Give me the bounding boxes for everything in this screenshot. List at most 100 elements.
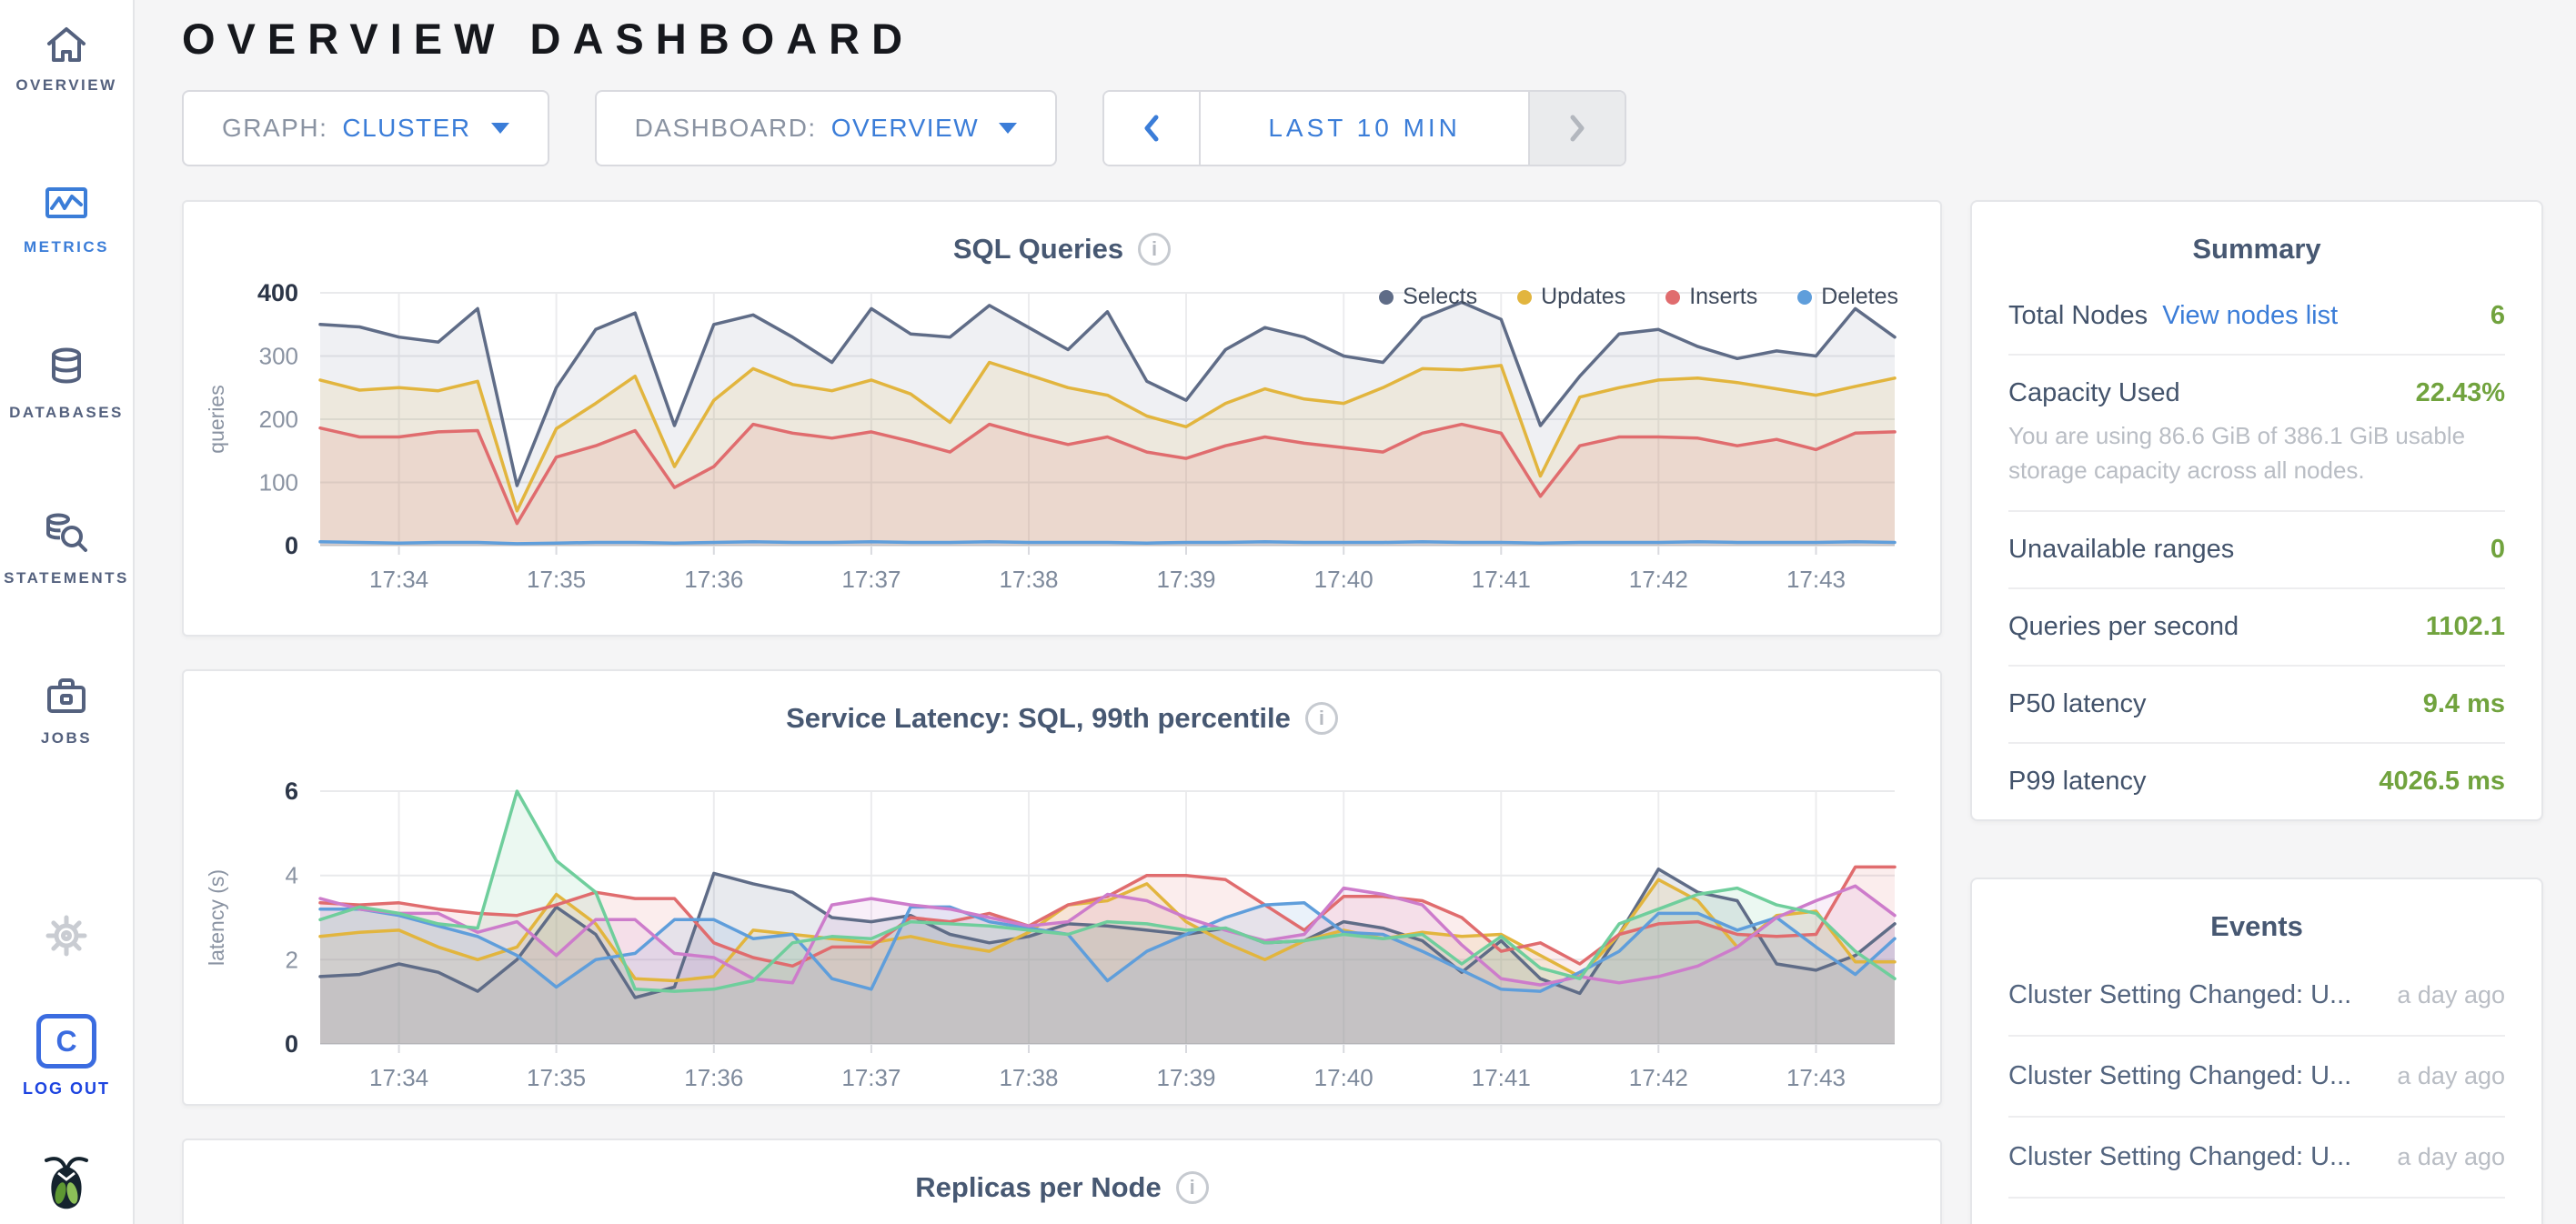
metrics-chart-icon [43, 182, 90, 226]
svg-text:17:39: 17:39 [1156, 566, 1215, 593]
database-icon [43, 344, 90, 391]
summary-row-qps: Queries per second 1102.1 [2008, 587, 2505, 665]
statements-search-icon [41, 509, 92, 557]
chevron-down-icon [491, 123, 509, 134]
legend-dot-icon [1797, 290, 1812, 305]
svg-text:100: 100 [259, 469, 298, 497]
svg-text:400: 400 [257, 279, 298, 306]
svg-text:17:40: 17:40 [1314, 566, 1374, 593]
event-row[interactable]: Cluster Setting Changed: U...a day ago [2008, 956, 2505, 1037]
legend-dot-icon [1379, 290, 1394, 305]
svg-text:17:35: 17:35 [527, 566, 586, 593]
svg-text:queries: queries [205, 385, 228, 453]
chart-title: Service Latency: SQL, 99th percentile [786, 702, 1291, 734]
legend-item[interactable]: Updates [1517, 284, 1625, 310]
replicas-per-node-chart-card: Replicas per Nodei 1.6k [182, 1139, 1942, 1224]
time-range-prev-button[interactable] [1104, 92, 1201, 165]
sidebar-item-metrics[interactable]: METRICS [24, 182, 109, 256]
qps-value: 1102.1 [2426, 612, 2505, 642]
info-icon[interactable]: i [1305, 702, 1338, 735]
svg-text:17:34: 17:34 [369, 1064, 428, 1091]
svg-text:4: 4 [286, 862, 298, 889]
chart-header: Service Latency: SQL, 99th percentile i [184, 671, 1940, 735]
event-text: Cluster Setting Changed: U... [2008, 1061, 2351, 1091]
summary-card: Summary Total Nodes View nodes list 6 Ca… [1970, 200, 2543, 821]
unavailable-ranges-value: 0 [2490, 535, 2505, 565]
sidebar-item-databases[interactable]: DATABASES [9, 344, 124, 422]
info-icon[interactable]: i [1176, 1171, 1209, 1204]
svg-text:6: 6 [285, 778, 298, 805]
sidebar-item-jobs[interactable]: JOBS [41, 675, 92, 747]
unavailable-ranges-label: Unavailable ranges [2008, 535, 2234, 565]
event-time: a day ago [2397, 1143, 2505, 1171]
logout-button[interactable]: C LOG OUT [23, 1014, 110, 1099]
event-text: Cluster Setting Changed: U... [2008, 980, 2351, 1010]
sidebar-item-label: JOBS [41, 729, 92, 747]
sidebar-item-statements[interactable]: STATEMENTS [4, 509, 129, 587]
event-text: Cluster Setting Changed: U... [2008, 1142, 2351, 1172]
events-card: Events Cluster Setting Changed: U...a da… [1970, 878, 2543, 1224]
events-list: Cluster Setting Changed: U... a day ago Cl… [2008, 956, 2505, 1224]
sidebar-item-label: STATEMENTS [4, 569, 129, 587]
service-latency-chart[interactable]: 17:3417:3517:3617:3717:3817:3917:4017:41… [184, 777, 1940, 1097]
briefcase-icon [43, 675, 90, 717]
summary-label: Total Nodes View nodes list [2008, 301, 2338, 331]
svg-text:17:43: 17:43 [1786, 1064, 1846, 1091]
svg-text:0: 0 [285, 532, 298, 559]
sidebar-item-label: OVERVIEW [15, 76, 116, 95]
summary-row-capacity: Capacity Used 22.43% You are using 86.6 … [2008, 354, 2505, 510]
sidebar-item-overview[interactable]: OVERVIEW [15, 24, 116, 95]
dashboard-dropdown-value: OVERVIEW [831, 114, 979, 143]
chevron-left-icon [1143, 115, 1160, 142]
legend-item[interactable]: Inserts [1665, 284, 1757, 310]
page-title: OVERVIEW DASHBOARD [182, 16, 1942, 62]
chart-header: Replicas per Nodei [184, 1140, 1940, 1204]
settings-button[interactable] [42, 911, 91, 965]
capacity-label: Capacity Used [2008, 378, 2180, 408]
dashboard-dropdown-label: DASHBOARD: [635, 114, 817, 143]
cockroach-c-icon: C [36, 1014, 96, 1068]
svg-text:0: 0 [285, 1030, 298, 1058]
sidebar-item-label: DATABASES [9, 404, 124, 422]
event-row[interactable]: Cluster Setting Changed: U... a day ago [2008, 1037, 2505, 1118]
event-time: a day ago [2397, 1062, 2505, 1090]
info-icon[interactable]: i [1138, 233, 1171, 266]
svg-text:17:34: 17:34 [369, 566, 428, 593]
summary-title: Summary [2008, 202, 2505, 278]
p99-label: P99 latency [2008, 767, 2147, 797]
svg-text:17:38: 17:38 [999, 566, 1058, 593]
legend-dot-icon [1517, 290, 1532, 305]
legend-item[interactable]: Deletes [1797, 284, 1898, 310]
sidebar-item-label: METRICS [24, 238, 109, 256]
summary-row-unavailable-ranges: Unavailable ranges 0 [2008, 510, 2505, 587]
logout-label: LOG OUT [23, 1079, 110, 1099]
sidebar: OVERVIEW METRICS DATABASES [0, 0, 135, 1224]
right-sidebar: Summary Total Nodes View nodes list 6 Ca… [1970, 0, 2543, 1224]
svg-text:17:37: 17:37 [841, 566, 901, 593]
svg-text:17:41: 17:41 [1472, 566, 1531, 593]
chart-legend: Selects Updates Inserts Deletes [1379, 284, 1898, 310]
summary-row-p50: P50 latency 9.4 ms [2008, 665, 2505, 742]
sql-queries-chart[interactable]: 17:3417:3517:3617:3717:3817:3917:4017:41… [184, 278, 1940, 598]
main-content: OVERVIEW DASHBOARD GRAPH: CLUSTER DASHBO… [182, 0, 1942, 1224]
time-range-value[interactable]: LAST 10 MIN [1201, 92, 1528, 165]
svg-text:17:43: 17:43 [1786, 566, 1846, 593]
sql-queries-chart-card: SQL Queriesi Selects Updates Inserts Delete… [182, 200, 1942, 637]
legend-dot-icon [1665, 290, 1680, 305]
total-nodes-value: 6 [2490, 301, 2505, 331]
graph-dropdown[interactable]: GRAPH: CLUSTER [182, 90, 549, 166]
legend-item[interactable]: Selects [1379, 284, 1477, 310]
event-row[interactable]: Cluster Setting Changed: U...a day ago [2008, 1199, 2505, 1224]
chart-header: SQL Queriesi [184, 202, 1940, 266]
capacity-caption: You are using 86.6 GiB of 386.1 GiB usab… [2008, 419, 2505, 487]
svg-text:17:35: 17:35 [527, 1064, 586, 1091]
qps-label: Queries per second [2008, 612, 2239, 642]
chart-plot-wrap: 17:3417:3517:3617:3717:3817:3917:4017:41… [184, 278, 1940, 598]
info-glyph: i [1190, 1176, 1195, 1199]
gear-icon [42, 911, 91, 960]
view-nodes-list-link[interactable]: View nodes list [2162, 301, 2338, 330]
event-row[interactable]: Cluster Setting Changed: U... a day ago [2008, 1118, 2505, 1199]
dashboard-dropdown[interactable]: DASHBOARD: OVERVIEW [595, 90, 1058, 166]
time-range-next-button[interactable] [1528, 92, 1625, 165]
info-glyph: i [1152, 237, 1157, 261]
